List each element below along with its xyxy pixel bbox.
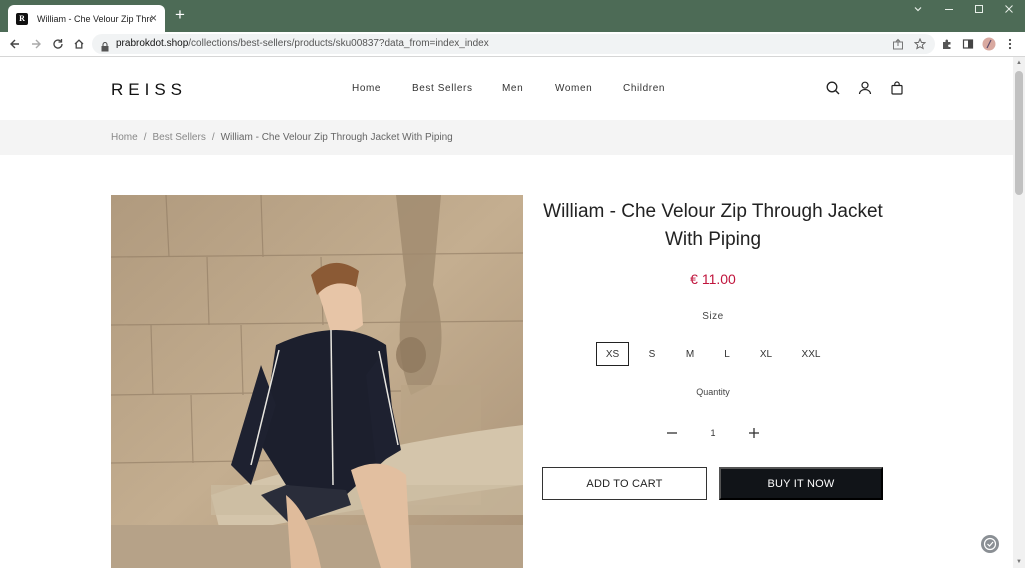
product-image[interactable] (111, 195, 523, 568)
share-icon[interactable] (892, 37, 904, 55)
quantity-increase-icon[interactable] (747, 426, 761, 440)
scroll-down-icon[interactable]: ▼ (1016, 559, 1022, 565)
tab-search-icon[interactable] (913, 4, 923, 17)
profile-avatar[interactable] (981, 36, 997, 52)
browser-tab[interactable]: R William - Che Velour Zip Through × (8, 5, 165, 32)
size-option-xs[interactable]: XS (596, 342, 629, 366)
breadcrumb-separator: / (143, 132, 147, 143)
url-domain: prabrokdot.shop (116, 38, 189, 49)
nav-home[interactable]: Home (352, 83, 381, 94)
product-title: William - Che Velour Zip Through Jacket … (543, 201, 883, 250)
breadcrumb-current: William - Che Velour Zip Through Jacket … (220, 132, 453, 143)
browser-toolbar: prabrokdot.shop/collections/best-sellers… (0, 32, 1025, 57)
web-page: REISS Home Best Sellers Men Women Childr… (0, 57, 1013, 568)
cart-icon[interactable] (889, 80, 905, 96)
breadcrumb-bar: Home / Best Sellers / William - Che Velour Z… (0, 120, 1013, 155)
scrollbar-thumb[interactable] (1015, 71, 1023, 195)
search-icon[interactable] (825, 80, 841, 96)
product-price: € 11.00 (690, 271, 736, 287)
page-scrollbar[interactable]: ▲ ▼ (1013, 57, 1025, 568)
new-tab-icon[interactable]: + (172, 6, 188, 23)
add-to-cart-button[interactable]: ADD TO CART (542, 467, 707, 500)
tab-close-icon[interactable]: × (150, 11, 157, 25)
lock-icon[interactable] (101, 39, 109, 57)
size-option-m[interactable]: M (678, 342, 702, 366)
quantity-decrease-icon[interactable] (665, 426, 679, 440)
size-option-s[interactable]: S (640, 342, 664, 366)
back-icon[interactable] (7, 36, 23, 52)
tab-title: William - Che Velour Zip Through (37, 13, 152, 24)
breadcrumb-separator: / (211, 132, 215, 143)
reload-icon[interactable] (50, 36, 66, 52)
quantity-label: Quantity (696, 387, 730, 397)
breadcrumb-best-sellers[interactable]: Best Sellers (152, 132, 205, 143)
breadcrumb: Home / Best Sellers / William - Che Velour Z… (111, 132, 453, 143)
quantity-value[interactable]: 1 (703, 428, 723, 438)
site-logo[interactable]: REISS (111, 80, 187, 100)
close-window-icon[interactable] (1004, 4, 1014, 17)
size-option-xl[interactable]: XL (751, 342, 781, 366)
url-path: /collections/best-sellers/products/sku00… (188, 38, 489, 49)
maximize-icon[interactable] (974, 4, 984, 17)
buy-now-button[interactable]: BUY IT NOW (719, 467, 883, 500)
extensions-icon[interactable] (939, 36, 955, 52)
nav-men[interactable]: Men (502, 83, 523, 94)
bookmark-star-icon[interactable] (913, 37, 927, 55)
forward-icon[interactable] (28, 36, 44, 52)
scroll-up-icon[interactable]: ▲ (1016, 60, 1022, 66)
nav-children[interactable]: Children (623, 83, 665, 94)
site-favicon-icon: R (16, 12, 28, 25)
home-icon[interactable] (71, 36, 87, 52)
size-label: Size (702, 311, 724, 322)
chat-widget-icon[interactable] (981, 535, 999, 553)
nav-women[interactable]: Women (555, 83, 592, 94)
account-icon[interactable] (857, 80, 873, 96)
minimize-icon[interactable] (944, 4, 954, 17)
more-menu-icon[interactable] (1002, 36, 1018, 52)
size-option-xxl[interactable]: XXL (795, 342, 827, 366)
url-text: prabrokdot.shop/collections/best-sellers… (116, 38, 489, 49)
browser-title-bar: R William - Che Velour Zip Through × + (0, 0, 1025, 32)
size-option-l[interactable]: L (715, 342, 739, 366)
address-bar[interactable]: prabrokdot.shop/collections/best-sellers… (92, 34, 935, 54)
nav-best-sellers[interactable]: Best Sellers (412, 83, 473, 94)
breadcrumb-home[interactable]: Home (111, 132, 138, 143)
side-panel-icon[interactable] (960, 36, 976, 52)
